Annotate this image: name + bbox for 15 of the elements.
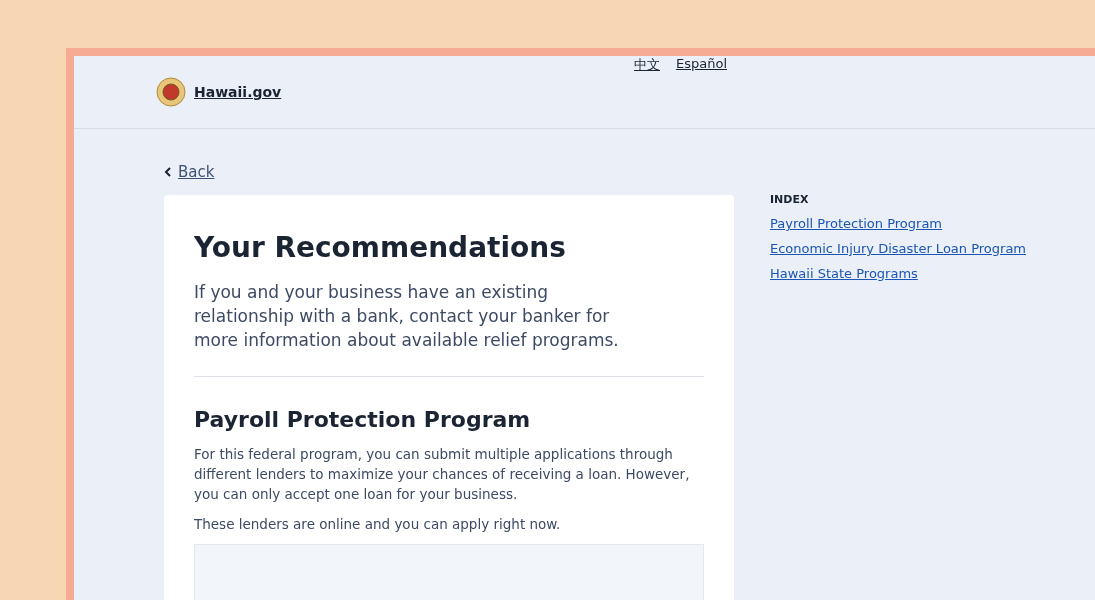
paragraph: These lenders are online and you can apply right now.: [194, 515, 562, 534]
paragraph: For this federal program, you can submit multiple applications through different lenders to maximize your chances of receiving a loan. However, you can only accept one loan for your business.: [194, 445, 691, 504]
page-title: Your Recommendations: [194, 231, 567, 264]
seal-icon: [156, 77, 186, 107]
index-link[interactable]: Hawaii State Programs: [770, 266, 1027, 281]
index-heading: INDEX: [770, 193, 810, 206]
language-link[interactable]: Español: [676, 56, 727, 74]
index-link[interactable]: Payroll Protection Program: [770, 216, 1027, 231]
language-link[interactable]: 中文: [634, 56, 660, 74]
chevron-left-icon: [164, 167, 172, 177]
back-link[interactable]: Back: [164, 163, 734, 181]
site-logo-link[interactable]: Hawaii.gov: [156, 77, 282, 107]
index-link[interactable]: Economic Injury Disaster Loan Program: [770, 241, 1027, 256]
section-title: Payroll Protection Program: [194, 407, 532, 432]
intro-text: If you and your business have an existing relationship with a bank, contact your banker for more information about available relief programs.: [194, 281, 620, 352]
